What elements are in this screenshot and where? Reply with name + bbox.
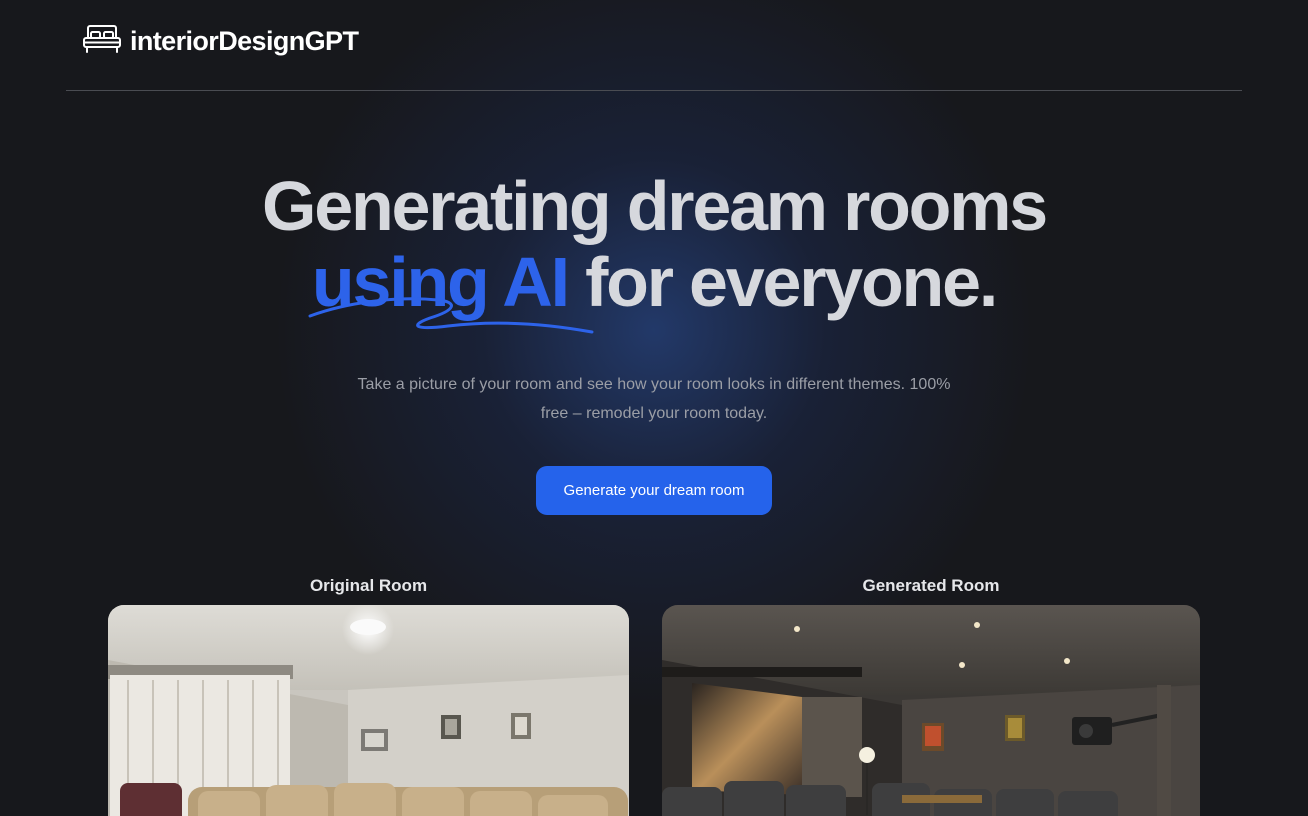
hero-title-rest: for everyone. bbox=[585, 243, 998, 321]
original-room-label: Original Room bbox=[309, 576, 428, 595]
generate-room-button[interactable]: Generate your dream room bbox=[536, 466, 772, 515]
original-room-image bbox=[108, 605, 629, 816]
hero-title-accent-wrap: using AI bbox=[308, 244, 594, 334]
logo-text: interiorDesignGPT bbox=[130, 25, 359, 56]
background-glow bbox=[274, 0, 1034, 710]
hero-subtitle: Take a picture of your room and see how … bbox=[357, 376, 951, 422]
bed-icon bbox=[82, 24, 122, 59]
generated-room-image bbox=[662, 605, 1200, 816]
underline-squiggle bbox=[308, 297, 594, 334]
hero-title-line1: Generating dream rooms bbox=[261, 167, 1048, 245]
hero-section: Generating dream rooms using AI for ever… bbox=[0, 167, 1308, 334]
logo-link[interactable]: interiorDesignGPT bbox=[82, 24, 359, 59]
generated-room-label: Generated Room bbox=[862, 576, 1000, 595]
hero-title: Generating dream rooms using AI for ever… bbox=[0, 167, 1308, 334]
site-header: interiorDesignGPT bbox=[66, 0, 1242, 91]
